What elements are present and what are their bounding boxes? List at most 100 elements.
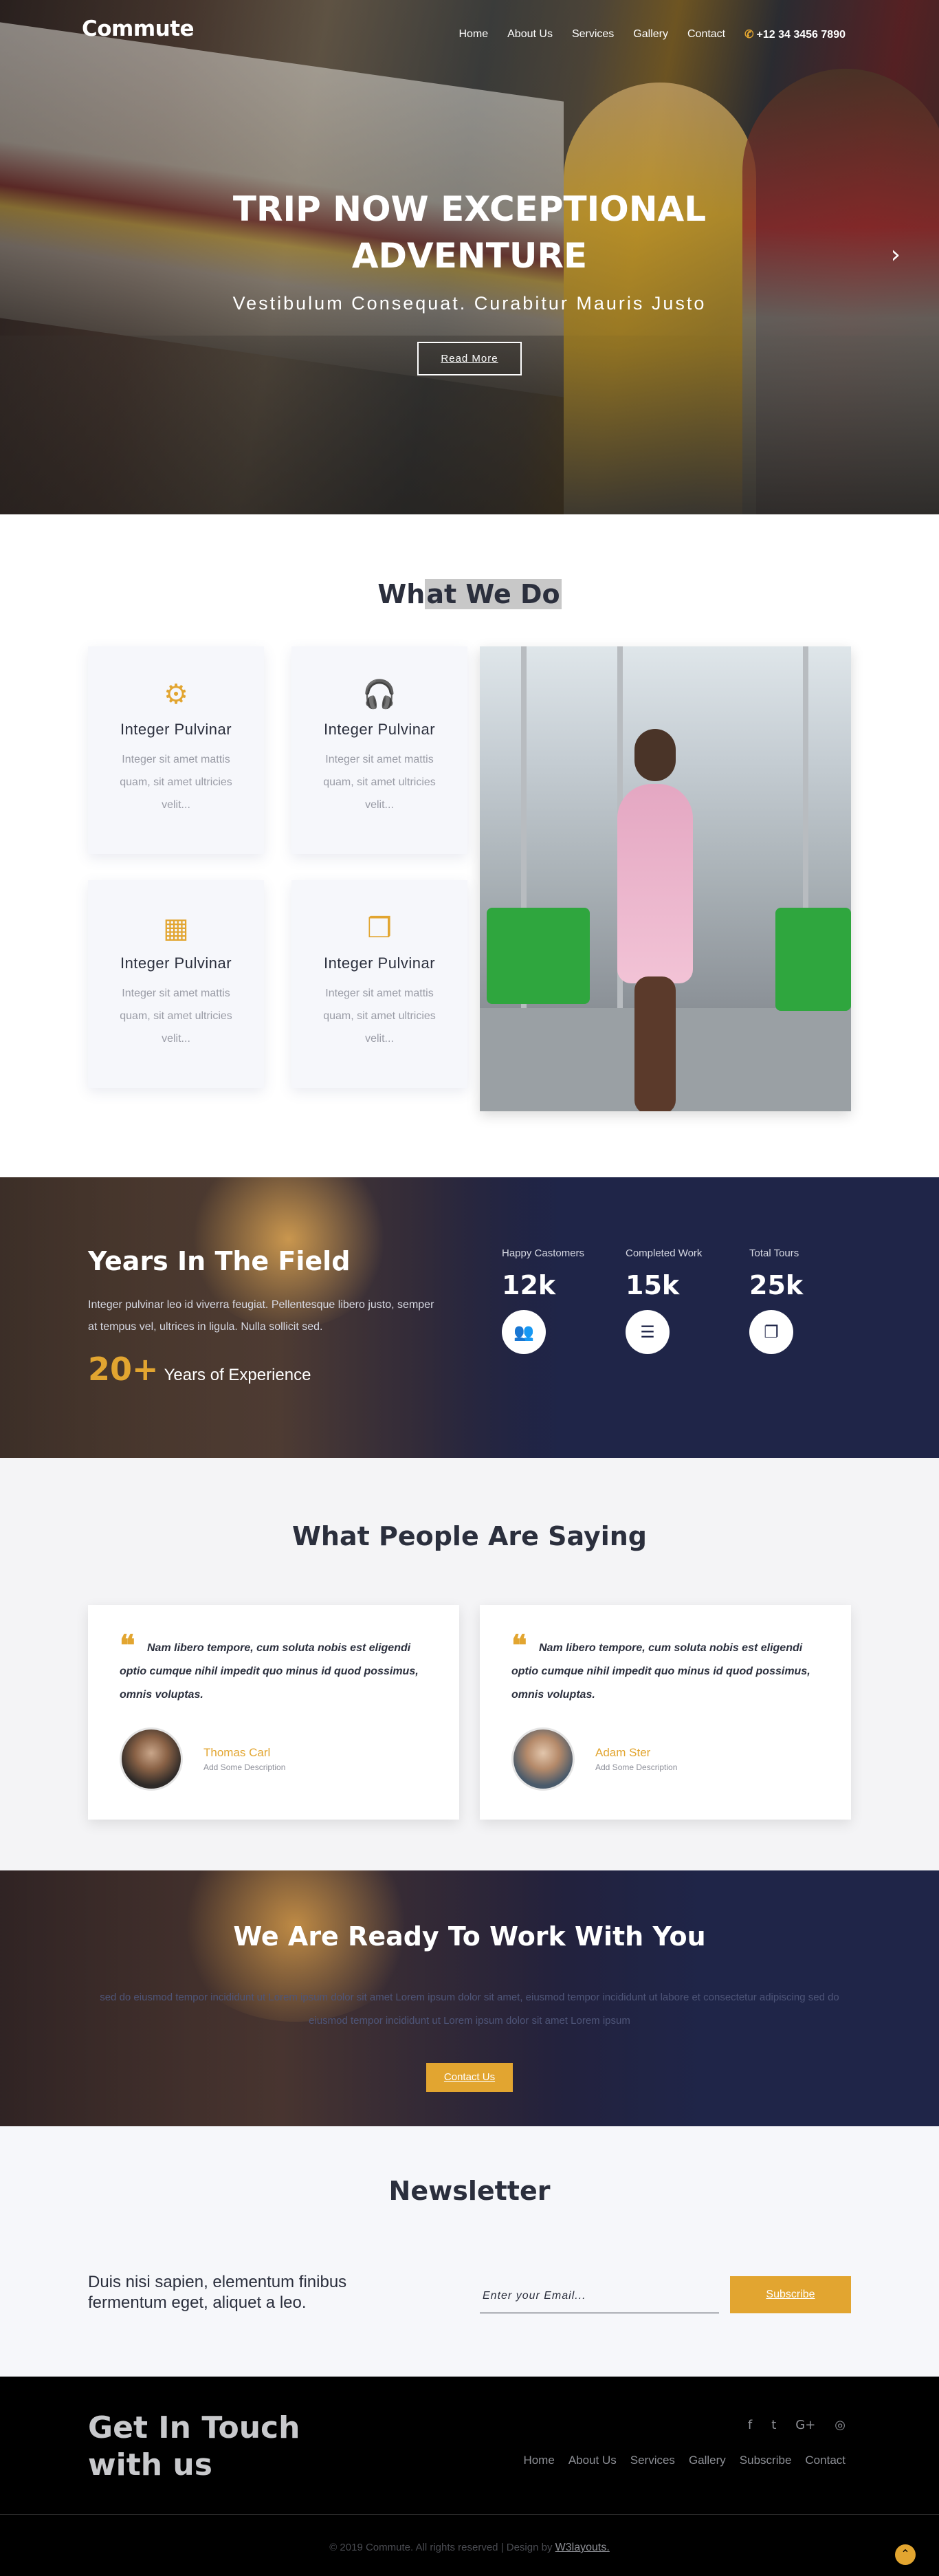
footer-link-contact[interactable]: Contact <box>805 2454 846 2467</box>
service-card-title: Integer Pulvinar <box>323 954 436 972</box>
nav-phone-number: +12 34 3456 7890 <box>756 29 846 41</box>
ready-title: We Are Ready To Work With You <box>233 1921 706 1952</box>
testimonial-quote: Nam libero tempore, cum soluta nobis est… <box>511 1642 810 1701</box>
instagram-icon[interactable]: ◎ <box>835 2418 846 2432</box>
quote-icon: ❝ <box>120 1630 135 1662</box>
footer-links: Home About Us Services Gallery Subscribe… <box>523 2454 846 2467</box>
ready-text: sed do eiusmod tempor incididunt ut Lore… <box>100 1991 839 2027</box>
footer: Get In Touch with us f t G+ ◎ Home About… <box>0 2377 939 2576</box>
gears-icon: ⚙ <box>164 679 188 710</box>
what-we-do-section: What We Do ⚙ Integer Pulvinar Integer si… <box>0 514 939 1177</box>
photo-woman <box>604 729 707 1111</box>
contact-us-button[interactable]: Contact Us <box>426 2063 513 2092</box>
nav-home[interactable]: Home <box>459 28 488 41</box>
email-field[interactable] <box>480 2279 719 2313</box>
testimonial-author: Adam Ster Add Some Description <box>511 1727 677 1791</box>
list-icon: ☰ <box>626 1310 670 1354</box>
testimonial-quote: Nam libero tempore, cum soluta nobis est… <box>120 1642 419 1701</box>
service-card[interactable]: ⚙ Integer Pulvinar Integer sit amet matt… <box>88 646 264 854</box>
service-card[interactable]: ❒ Integer Pulvinar Integer sit amet matt… <box>291 880 467 1088</box>
service-card[interactable]: 🎧 Integer Pulvinar Integer sit amet matt… <box>291 646 467 854</box>
avatar <box>511 1727 575 1791</box>
photo-woman-dress <box>617 784 693 983</box>
service-card-desc: Integer sit amet mattis quam, sit amet u… <box>323 754 436 811</box>
service-card-desc: Integer sit amet mattis quam, sit amet u… <box>323 987 436 1045</box>
boxes-icon: ❒ <box>367 913 392 944</box>
experience-number: 20+ <box>88 1351 159 1388</box>
service-card-desc: Integer sit amet mattis quam, sit amet u… <box>120 754 232 811</box>
author-info: Adam Ster Add Some Description <box>595 1746 677 1772</box>
phone-icon: ✆ <box>744 29 754 41</box>
designer-link[interactable]: W3layouts. <box>555 2542 610 2553</box>
footer-link-services[interactable]: Services <box>630 2454 675 2467</box>
footer-link-subscribe[interactable]: Subscribe <box>740 2454 792 2467</box>
service-card[interactable]: ▦ Integer Pulvinar Integer sit amet matt… <box>88 880 264 1088</box>
stat-label: Happy Castomers <box>502 1247 585 1259</box>
copyright-text: © 2019 Commute. All rights reserved | De… <box>329 2542 555 2553</box>
avatar <box>120 1727 183 1791</box>
photo-woman-legs <box>634 976 676 1111</box>
what-we-do-title-part: Wh <box>377 579 426 609</box>
newsletter-title: Newsletter <box>388 2176 551 2206</box>
service-card-title: Integer Pulvinar <box>120 721 232 738</box>
subscribe-button[interactable]: Subscribe <box>730 2276 851 2313</box>
chevron-right-icon[interactable]: › <box>891 241 901 269</box>
facebook-icon[interactable]: f <box>748 2418 752 2432</box>
users-icon: 👥 <box>502 1310 546 1354</box>
stat-value: 15k <box>626 1270 680 1300</box>
footer-link-about[interactable]: About Us <box>568 2454 617 2467</box>
copyright: © 2019 Commute. All rights reserved | De… <box>0 2542 939 2554</box>
what-we-do-title: What We Do <box>0 514 939 609</box>
nav-gallery[interactable]: Gallery <box>633 28 668 41</box>
testimonial-card: ❝ Nam libero tempore, cum soluta nobis e… <box>480 1605 851 1820</box>
what-we-do-title-highlight: at We Do <box>425 579 562 609</box>
main-menu: Home About Us Services Gallery Contact ✆… <box>459 28 846 41</box>
service-card-title: Integer Pulvinar <box>323 721 436 738</box>
photo-woman-head <box>634 729 676 781</box>
newsletter-text: Duis nisi sapien, elementum finibus ferm… <box>88 2273 347 2312</box>
google-plus-icon[interactable]: G+ <box>795 2418 815 2432</box>
nav-about[interactable]: About Us <box>507 28 553 41</box>
footer-title-line: Get In Touch <box>88 2410 300 2445</box>
photo-seat <box>775 908 851 1011</box>
service-card-desc: Integer sit amet mattis quam, sit amet u… <box>120 987 232 1045</box>
stat-label: Completed Work <box>626 1247 703 1259</box>
stat-label: Total Tours <box>749 1247 799 1259</box>
newsletter-section: Newsletter Duis nisi sapien, elementum f… <box>0 2126 939 2377</box>
service-card-title: Integer Pulvinar <box>120 954 232 972</box>
read-more-button[interactable]: Read More <box>417 342 522 375</box>
stat-value: 25k <box>749 1270 804 1300</box>
stat-value: 12k <box>502 1270 556 1300</box>
footer-title: Get In Touch with us <box>88 2410 300 2484</box>
social-links: f t G+ ◎ <box>748 2418 846 2432</box>
hero-title: TRIP NOW EXCEPTIONAL ADVENTURE <box>232 189 707 276</box>
author-name: Thomas Carl <box>203 1746 271 1759</box>
scroll-top-icon[interactable]: ⌃ <box>895 2544 916 2565</box>
footer-divider <box>0 2514 939 2515</box>
hero-section: Commute Home About Us Services Gallery C… <box>0 0 939 514</box>
experience-counter: 20+ Years of Experience <box>88 1351 311 1388</box>
testimonials-section: What People Are Saying ❝ Nam libero temp… <box>0 1458 939 1870</box>
twitter-icon[interactable]: t <box>771 2418 776 2432</box>
years-section: Years In The Field Integer pulvinar leo … <box>0 1177 939 1458</box>
stat-total-tours: Total Tours 25k ❐ <box>749 1247 873 1354</box>
footer-link-home[interactable]: Home <box>523 2454 554 2467</box>
years-text: Integer pulvinar leo id viverra feugiat.… <box>88 1299 434 1333</box>
footer-title-line: with us <box>88 2447 212 2482</box>
quote-icon: ❝ <box>511 1630 527 1662</box>
copy-icon: ❐ <box>749 1310 793 1354</box>
testimonial-card: ❝ Nam libero tempore, cum soluta nobis e… <box>88 1605 459 1820</box>
top-nav: Commute Home About Us Services Gallery C… <box>0 0 939 69</box>
calendar-icon: ▦ <box>163 913 189 944</box>
hero-content: TRIP NOW EXCEPTIONAL ADVENTURE Vestibulu… <box>0 186 939 375</box>
years-title: Years In The Field <box>88 1246 351 1276</box>
footer-link-gallery[interactable]: Gallery <box>689 2454 726 2467</box>
author-name: Adam Ster <box>595 1746 651 1759</box>
nav-contact[interactable]: Contact <box>687 28 725 41</box>
nav-services[interactable]: Services <box>572 28 614 41</box>
nav-phone[interactable]: ✆ +12 34 3456 7890 <box>744 28 846 41</box>
testimonials-title: What People Are Saying <box>291 1521 647 1551</box>
author-desc: Add Some Description <box>595 1762 678 1772</box>
author-info: Thomas Carl Add Some Description <box>203 1746 285 1772</box>
site-logo[interactable]: Commute <box>82 17 195 41</box>
